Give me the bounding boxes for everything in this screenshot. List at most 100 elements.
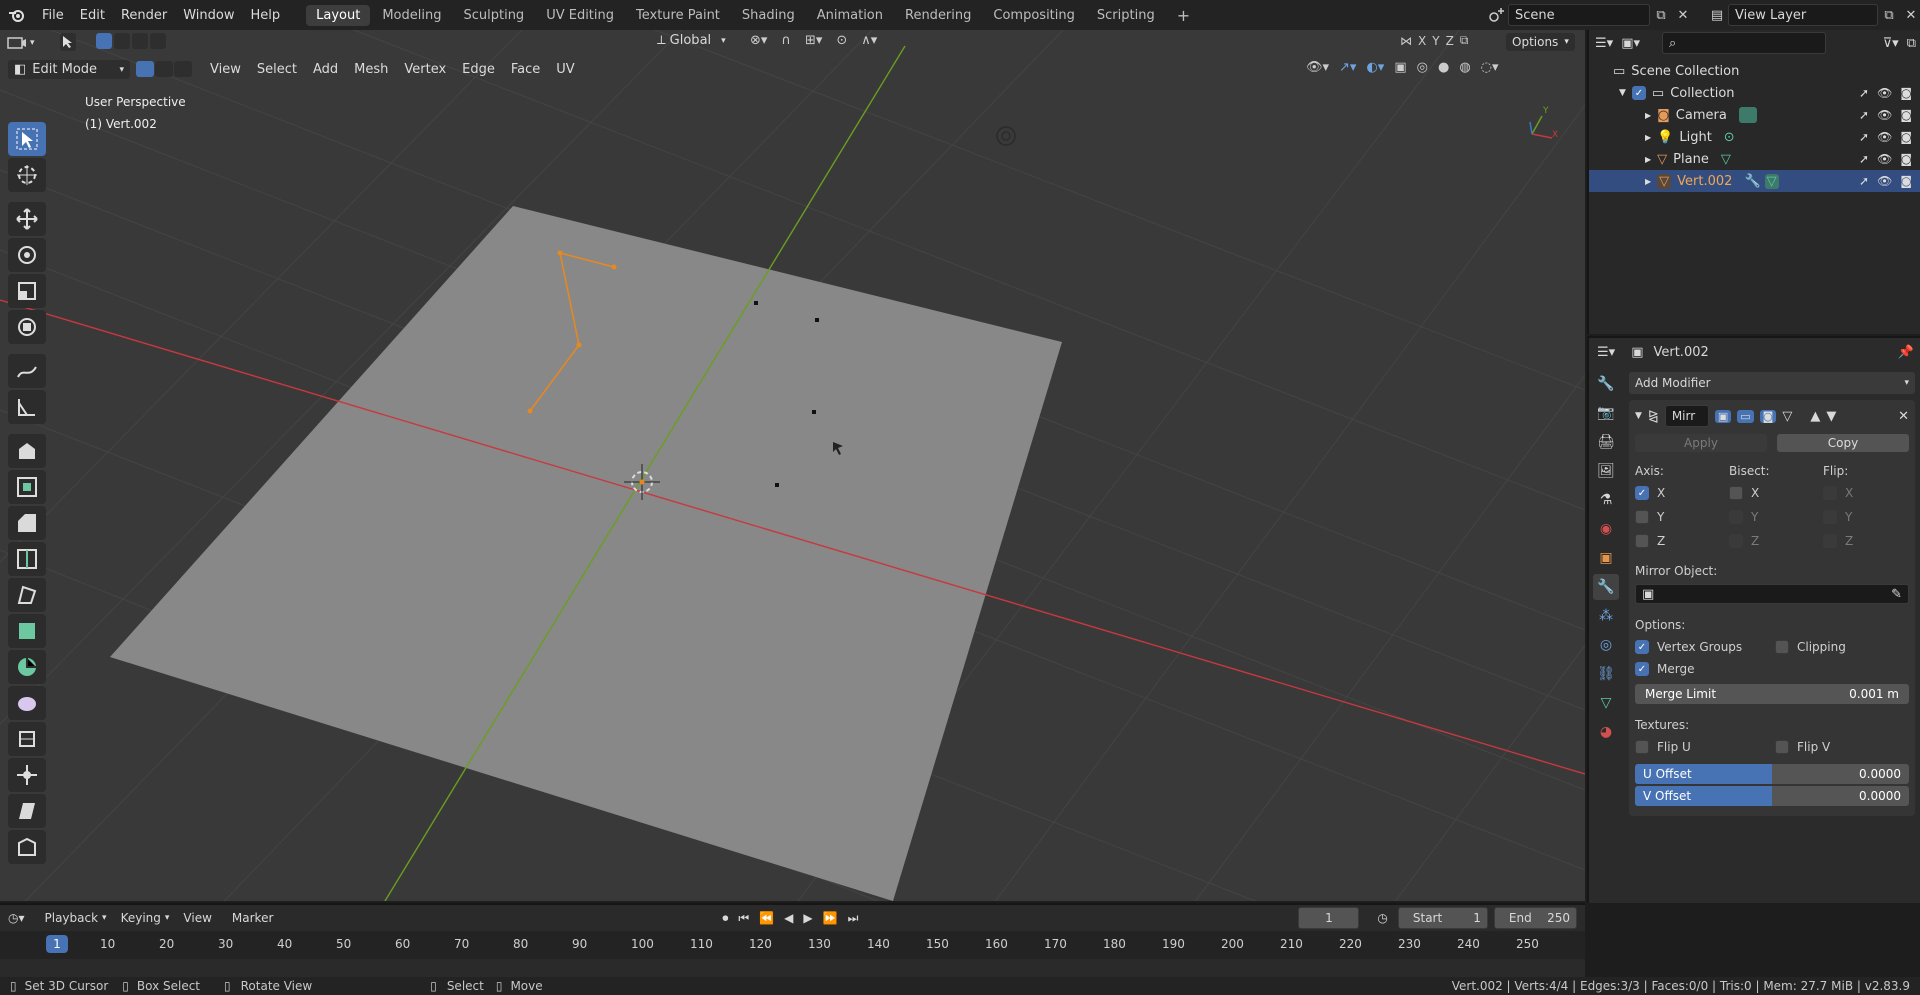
expand-arrow-icon[interactable]: ▶ bbox=[1645, 111, 1651, 120]
object-properties-tab[interactable]: ▣ bbox=[1593, 545, 1619, 571]
edit-mode-toggle-icon[interactable]: ▣ bbox=[1714, 409, 1732, 423]
particles-tab[interactable]: ⁂ bbox=[1593, 603, 1619, 629]
3d-viewport[interactable]: ▾ ⟂ Global ▾ ⊗▾ ∩ ⊞▾ ⊙ ∧▾ ⋈ X Y Z ⧉ Opti… bbox=[0, 30, 1585, 901]
camera-render-icon[interactable]: ◙ bbox=[1900, 130, 1912, 144]
constraints-tab[interactable]: ⛓ bbox=[1593, 661, 1619, 687]
properties-editor-icon[interactable]: ☰▾ bbox=[1597, 345, 1615, 360]
record-icon[interactable]: ⏺ bbox=[722, 911, 728, 926]
selectable-icon[interactable]: ➚ bbox=[1859, 86, 1869, 100]
vertex-select-icon[interactable] bbox=[136, 61, 154, 77]
close-icon[interactable]: ✕ bbox=[1898, 409, 1909, 424]
editor-type-button[interactable]: ▾ bbox=[6, 34, 35, 52]
pin-icon[interactable]: 📌 bbox=[1898, 345, 1914, 360]
marker-menu[interactable]: Marker bbox=[232, 911, 273, 925]
bisect-z-checkbox[interactable] bbox=[1729, 534, 1743, 548]
play-icon[interactable]: ▶ bbox=[803, 911, 812, 925]
output-properties-tab[interactable]: 🖨 bbox=[1593, 429, 1619, 455]
merge-limit-field[interactable]: Merge Limit 0.001 m bbox=[1635, 684, 1909, 704]
merge-checkbox[interactable]: ✓ bbox=[1635, 662, 1649, 676]
menu-file[interactable]: File bbox=[34, 8, 72, 23]
select-tool-button[interactable] bbox=[60, 33, 76, 51]
flip-x-checkbox[interactable] bbox=[1823, 486, 1837, 500]
outliner-item-light[interactable]: ▶ 💡 Light ⊙ ➚ 👁 ◙ bbox=[1589, 126, 1920, 148]
tab-scripting[interactable]: Scripting bbox=[1087, 5, 1165, 26]
timeline-scrollbar[interactable] bbox=[0, 959, 1585, 969]
bisect-x-checkbox[interactable] bbox=[1729, 486, 1743, 500]
timeline-editor-icon[interactable]: ◷▾ bbox=[8, 911, 25, 925]
axis-x-checkbox[interactable]: ✓ bbox=[1635, 486, 1649, 500]
tab-texture-paint[interactable]: Texture Paint bbox=[626, 5, 730, 26]
mode-dropdown[interactable]: ◧ Edit Mode ▾ bbox=[8, 60, 130, 79]
add-workspace-button[interactable]: + bbox=[1167, 3, 1200, 28]
camera-data-icon[interactable] bbox=[1738, 107, 1757, 123]
transform-tool[interactable] bbox=[8, 310, 46, 344]
flip-y-checkbox[interactable] bbox=[1823, 510, 1837, 524]
on-cage-icon[interactable]: ▽ bbox=[1782, 409, 1792, 424]
rotate-tool[interactable] bbox=[8, 238, 46, 272]
playback-menu[interactable]: Playback ▾ bbox=[45, 911, 107, 925]
camera-render-icon[interactable]: ◙ bbox=[1900, 86, 1912, 100]
selectable-icon[interactable]: ➚ bbox=[1859, 174, 1869, 188]
select-extend-icon[interactable] bbox=[114, 33, 130, 49]
expand-arrow-icon[interactable]: ▼ bbox=[1619, 88, 1626, 98]
tab-rendering[interactable]: Rendering bbox=[895, 5, 981, 26]
snap-target-icon[interactable]: ⊞▾ bbox=[805, 33, 822, 48]
vertex-groups-checkbox[interactable]: ✓ bbox=[1635, 640, 1649, 654]
modifier-wrench-icon[interactable]: 🔧 bbox=[1744, 174, 1760, 189]
tab-modeling[interactable]: Modeling bbox=[372, 5, 451, 26]
face-select-icon[interactable] bbox=[174, 61, 192, 77]
keying-menu[interactable]: Keying ▾ bbox=[121, 911, 170, 925]
rip-region-tool[interactable] bbox=[8, 830, 46, 864]
outliner-item-plane[interactable]: ▶ ▽ Plane ▽ ➚ 👁 ◙ bbox=[1589, 148, 1920, 170]
selectable-icon[interactable]: ➚ bbox=[1859, 130, 1869, 144]
loop-cut-tool[interactable] bbox=[8, 542, 46, 576]
menu-edit[interactable]: Edit bbox=[72, 8, 113, 23]
mirror-z-toggle[interactable]: Z bbox=[1446, 34, 1454, 48]
knife-tool[interactable] bbox=[8, 578, 46, 612]
frame-ruler[interactable]: 1 10 20 30 40 50 60 70 80 90 100 110 120 130 140 150 160… bbox=[0, 931, 1585, 959]
scene-icon[interactable] bbox=[1486, 5, 1508, 25]
mirror-x-toggle[interactable]: X bbox=[1418, 34, 1426, 48]
edge-select-icon[interactable] bbox=[155, 61, 173, 77]
spin-tool[interactable] bbox=[8, 650, 46, 684]
falloff-icon[interactable]: ∧▾ bbox=[861, 33, 877, 48]
bisect-y-checkbox[interactable] bbox=[1729, 510, 1743, 524]
outliner-collection[interactable]: ▼ ✓ ▭ Collection ➚ 👁 ◙ bbox=[1589, 82, 1920, 104]
camera-render-icon[interactable]: ◙ bbox=[1900, 174, 1912, 188]
mirror-y-toggle[interactable]: Y bbox=[1432, 34, 1439, 48]
v-offset-slider[interactable]: V Offset 0.0000 bbox=[1635, 786, 1909, 806]
jump-start-icon[interactable]: ⏮ bbox=[738, 911, 749, 926]
render-toggle-icon[interactable]: ◙ bbox=[1759, 409, 1777, 423]
render-properties-tab[interactable]: 📷 bbox=[1593, 400, 1619, 426]
eyedropper-icon[interactable]: ✎ bbox=[1891, 587, 1902, 602]
menu-view[interactable]: View bbox=[202, 60, 249, 79]
collection-checkbox[interactable]: ✓ bbox=[1631, 86, 1646, 100]
mirror-object-field[interactable]: ▣ ✎ bbox=[1635, 584, 1909, 604]
outliner-scene-collection[interactable]: ▭ Scene Collection bbox=[1589, 60, 1920, 82]
current-frame-marker[interactable]: 1 bbox=[46, 935, 68, 953]
menu-window[interactable]: Window bbox=[175, 8, 242, 23]
copy-button[interactable]: Copy bbox=[1777, 434, 1909, 452]
solid-shading-icon[interactable]: ● bbox=[1438, 60, 1449, 75]
start-frame-field[interactable]: Start 1 bbox=[1397, 907, 1488, 929]
data-properties-tab[interactable]: ▽ bbox=[1593, 690, 1619, 716]
display-mode-icon[interactable]: ▣▾ bbox=[1621, 36, 1640, 51]
apply-button[interactable]: Apply bbox=[1635, 434, 1767, 452]
camera-render-icon[interactable]: ◙ bbox=[1900, 152, 1912, 166]
extrude-tool[interactable] bbox=[8, 434, 46, 468]
axis-y-checkbox[interactable] bbox=[1635, 510, 1649, 524]
transform-orientation-dropdown[interactable]: ⟂ Global ▾ bbox=[657, 33, 726, 48]
outliner-item-vert-002[interactable]: ▶ ▽ Vert.002 🔧 ▽ ➚ 👁 ◙ bbox=[1589, 170, 1920, 192]
tab-compositing[interactable]: Compositing bbox=[983, 5, 1085, 26]
shear-tool[interactable] bbox=[8, 794, 46, 828]
mesh-data-icon[interactable]: ▽ bbox=[1764, 173, 1779, 189]
close-view-layer-icon[interactable]: ✕ bbox=[1900, 5, 1920, 25]
jump-end-icon[interactable]: ⏭ bbox=[848, 911, 859, 926]
eye-icon[interactable]: 👁 bbox=[1877, 108, 1892, 122]
new-view-layer-icon[interactable]: ⧉ bbox=[1878, 5, 1900, 25]
axis-z-checkbox[interactable] bbox=[1635, 534, 1649, 548]
inset-tool[interactable] bbox=[8, 470, 46, 504]
smooth-tool[interactable] bbox=[8, 686, 46, 720]
tab-animation[interactable]: Animation bbox=[807, 5, 893, 26]
modifier-name-field[interactable]: Mirr bbox=[1664, 405, 1709, 427]
